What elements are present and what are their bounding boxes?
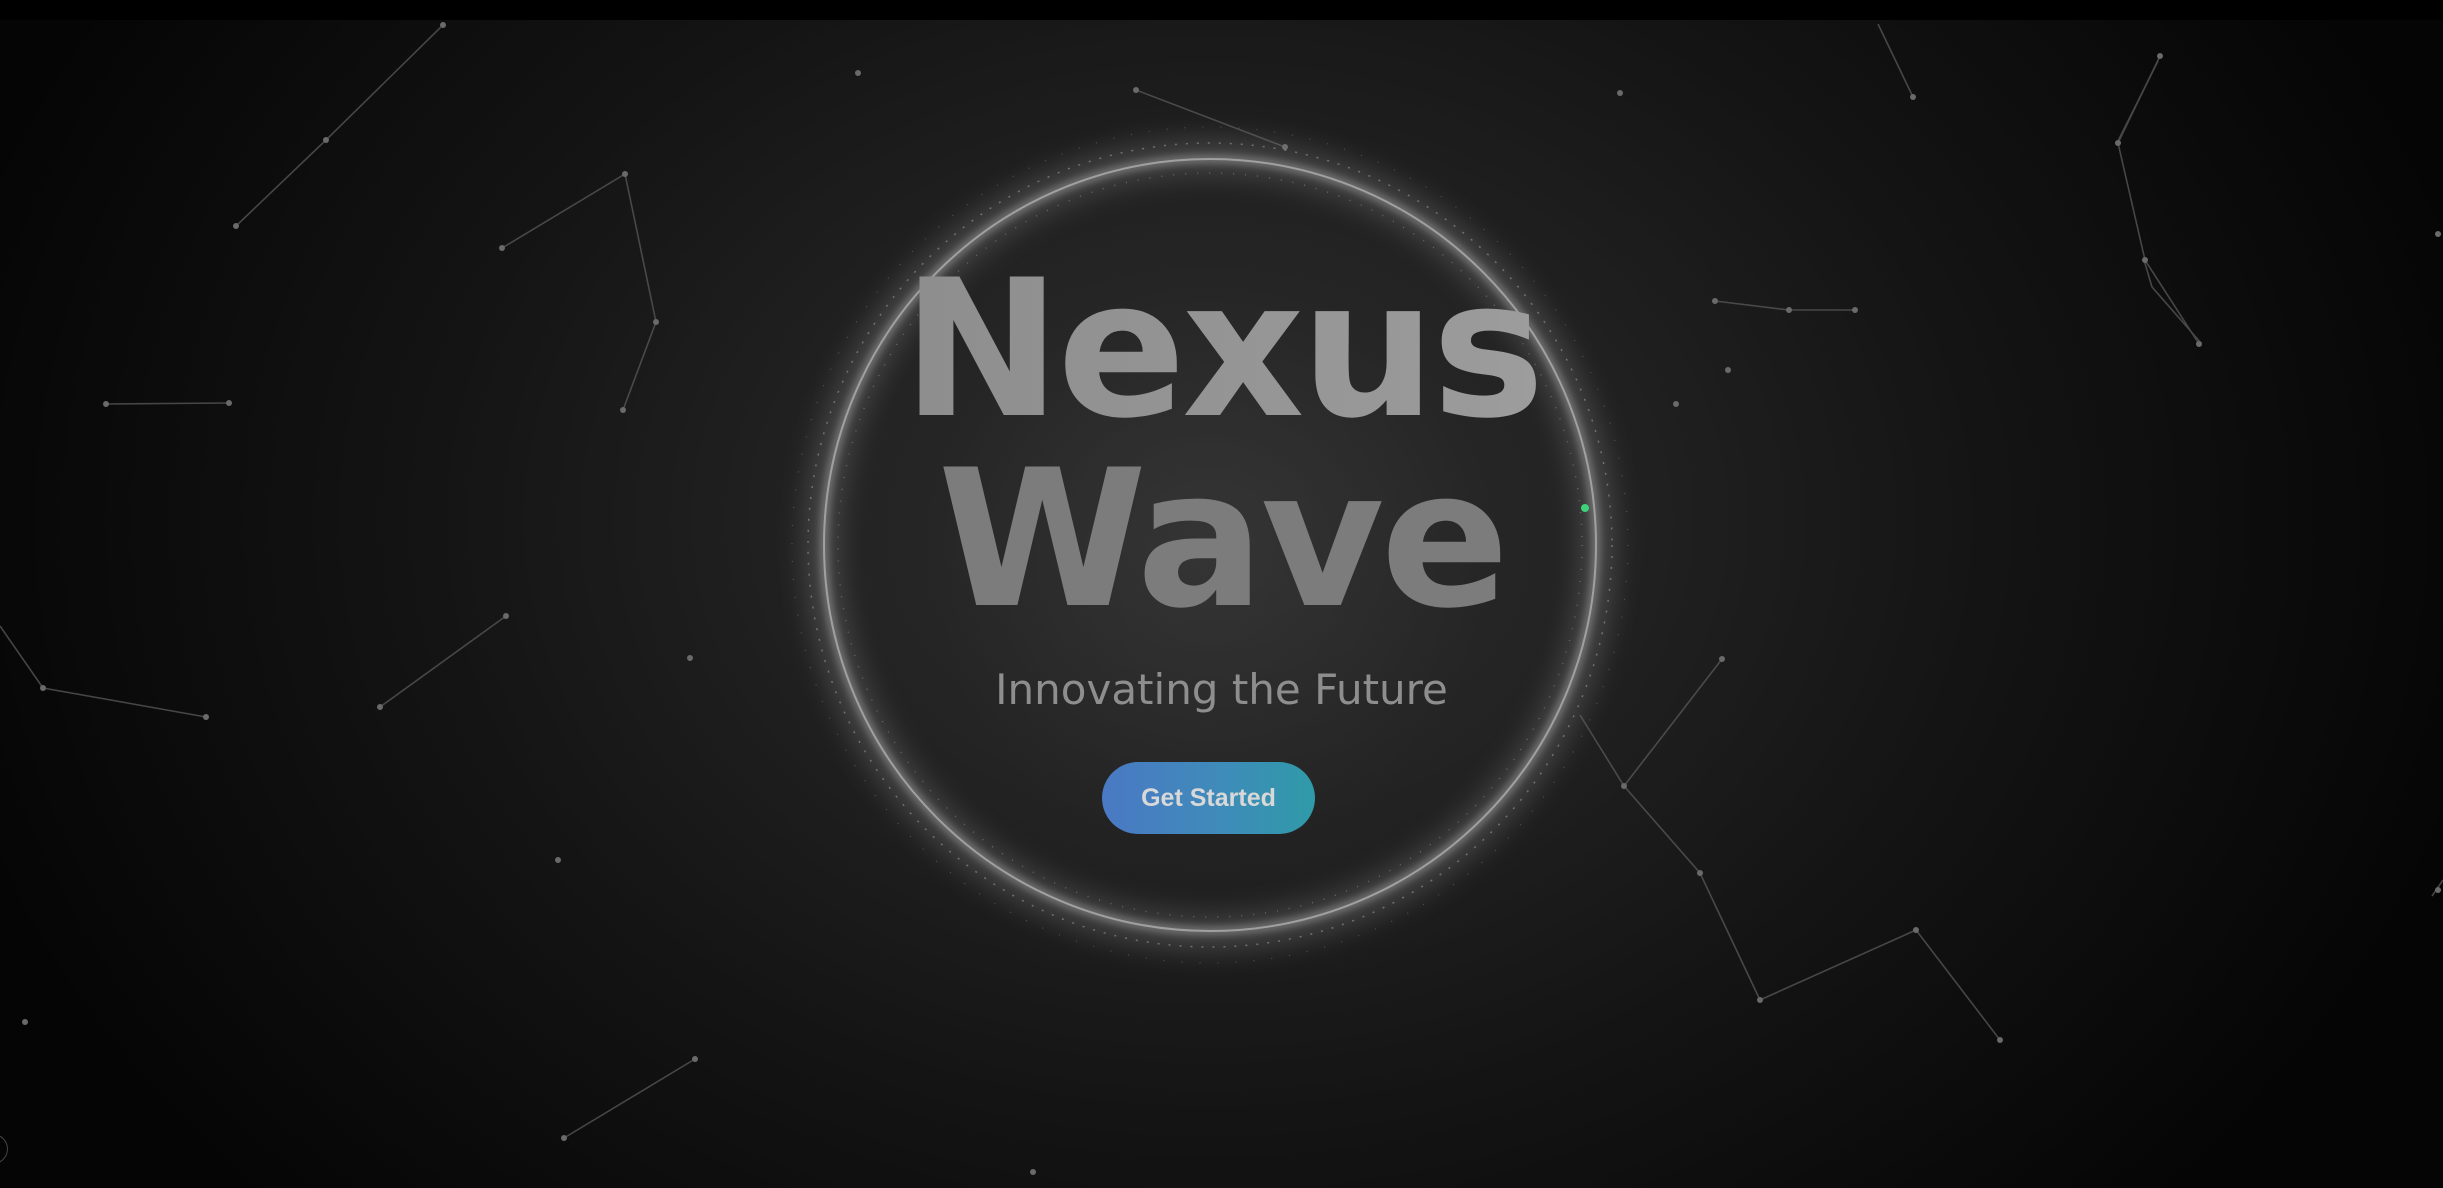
hero-title-line-1: Nexus bbox=[0, 255, 2443, 445]
hero-title-line-2: Wave bbox=[937, 429, 1510, 650]
get-started-button[interactable]: Get Started bbox=[1102, 762, 1315, 834]
hero-subtitle: Innovating the Future bbox=[995, 665, 1448, 714]
hero-content: Nexus Wave Innovating the Future Get Sta… bbox=[0, 0, 2443, 1188]
hero-section: Nexus Wave Innovating the Future Get Sta… bbox=[0, 0, 2443, 1188]
